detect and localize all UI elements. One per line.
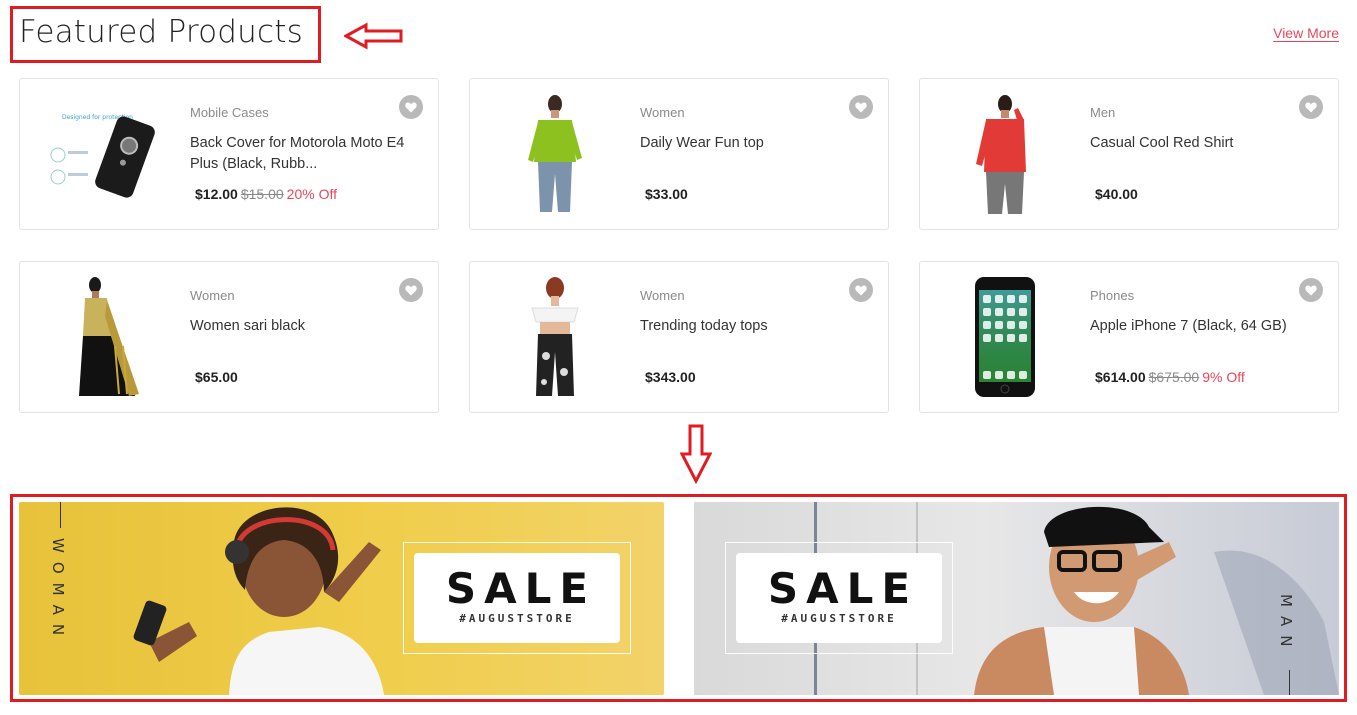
section-title: Featured Products bbox=[19, 14, 303, 50]
product-card[interactable]: Women Daily Wear Fun top $33.00 bbox=[469, 78, 889, 230]
product-category: Women bbox=[190, 288, 235, 303]
product-card[interactable]: Designed for protection Mobile Cases Bac… bbox=[19, 78, 439, 230]
product-card[interactable]: Phones Apple iPhone 7 (Black, 64 GB) $61… bbox=[919, 261, 1339, 413]
sari-image[interactable] bbox=[50, 276, 160, 398]
product-card[interactable]: Women Women sari black $65.00 bbox=[19, 261, 439, 413]
product-price: $12.00 bbox=[195, 186, 238, 202]
sale-heading: SALE bbox=[767, 564, 919, 613]
product-old-price: $15.00 bbox=[240, 186, 284, 202]
sale-heading: SALE bbox=[445, 564, 597, 613]
product-price: $33.00 bbox=[645, 186, 688, 202]
product-card[interactable]: Women Trending today tops $343.00 bbox=[469, 261, 889, 413]
man-vertical-label: MAN bbox=[1277, 594, 1295, 656]
price-row: $65.00 bbox=[195, 369, 238, 385]
woman-sale-banner[interactable]: WOMAN SALE #AUGUSTSTORE bbox=[19, 502, 664, 695]
product-grid: Designed for protection Mobile Cases Bac… bbox=[19, 78, 1339, 413]
woman-vertical-label: WOMAN bbox=[49, 538, 67, 645]
sale-hashtag: #AUGUSTSTORE bbox=[459, 612, 575, 625]
price-row: $614.00 $675.00 9% Off bbox=[1095, 369, 1245, 385]
red-shirt-image[interactable] bbox=[950, 93, 1060, 215]
product-name[interactable]: Women sari black bbox=[190, 316, 410, 337]
iphone-image[interactable] bbox=[950, 276, 1060, 398]
wishlist-heart-icon[interactable] bbox=[1299, 278, 1323, 302]
product-category: Mobile Cases bbox=[190, 105, 269, 120]
green-top-image[interactable] bbox=[500, 93, 610, 215]
product-name[interactable]: Daily Wear Fun top bbox=[640, 133, 860, 154]
white-top-image[interactable] bbox=[500, 276, 610, 398]
product-name[interactable]: Casual Cool Red Shirt bbox=[1090, 133, 1310, 154]
product-name[interactable]: Apple iPhone 7 (Black, 64 GB) bbox=[1090, 316, 1310, 337]
price-row: $33.00 bbox=[645, 186, 688, 202]
arrow-left-icon bbox=[344, 22, 403, 50]
wishlist-heart-icon[interactable] bbox=[849, 278, 873, 302]
product-category: Men bbox=[1090, 105, 1116, 120]
sale-card: SALE #AUGUSTSTORE bbox=[736, 553, 942, 643]
sale-card: SALE #AUGUSTSTORE bbox=[414, 553, 620, 643]
product-price: $343.00 bbox=[645, 369, 696, 385]
product-price: $614.00 bbox=[1095, 369, 1146, 385]
woman-model-image bbox=[133, 507, 384, 695]
sale-hashtag: #AUGUSTSTORE bbox=[781, 612, 897, 625]
product-category: Phones bbox=[1090, 288, 1135, 303]
arrow-down-icon bbox=[680, 424, 712, 484]
product-category: Women bbox=[640, 105, 685, 120]
sale-frame: SALE #AUGUSTSTORE bbox=[725, 542, 953, 654]
product-name[interactable]: Back Cover for Motorola Moto E4 Plus (Bl… bbox=[190, 133, 410, 175]
phone-case-image[interactable]: Designed for protection bbox=[50, 93, 160, 215]
sale-frame: SALE #AUGUSTSTORE bbox=[403, 542, 631, 654]
product-discount: 9% Off bbox=[1202, 369, 1245, 385]
product-name[interactable]: Trending today tops bbox=[640, 316, 860, 337]
price-row: $12.00 $15.00 20% Off bbox=[195, 186, 337, 202]
product-old-price: $675.00 bbox=[1148, 369, 1200, 385]
price-row: $40.00 bbox=[1095, 186, 1138, 202]
product-category: Women bbox=[640, 288, 685, 303]
product-card[interactable]: Men Casual Cool Red Shirt $40.00 bbox=[919, 78, 1339, 230]
view-more-link[interactable]: View More bbox=[1273, 25, 1339, 41]
wishlist-heart-icon[interactable] bbox=[399, 278, 423, 302]
product-price: $40.00 bbox=[1095, 186, 1138, 202]
price-row: $343.00 bbox=[645, 369, 696, 385]
wishlist-heart-icon[interactable] bbox=[1299, 95, 1323, 119]
product-price: $65.00 bbox=[195, 369, 238, 385]
wishlist-heart-icon[interactable] bbox=[399, 95, 423, 119]
product-discount: 20% Off bbox=[286, 186, 337, 202]
wishlist-heart-icon[interactable] bbox=[849, 95, 873, 119]
man-sale-banner[interactable]: MAN SALE #AUGUSTSTORE bbox=[694, 502, 1339, 695]
